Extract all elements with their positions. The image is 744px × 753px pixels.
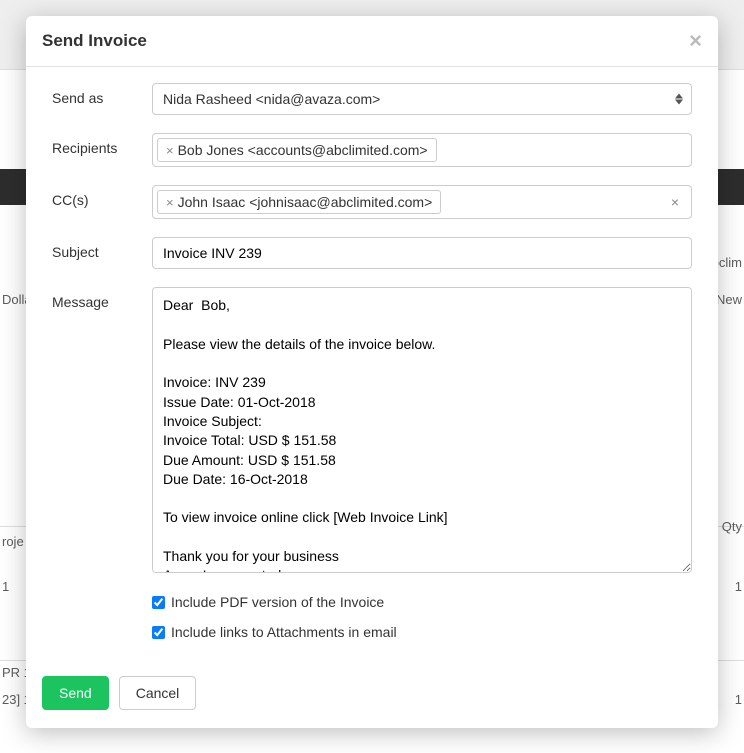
send-as-label: Send as bbox=[52, 83, 152, 106]
modal-footer: Send Cancel bbox=[26, 664, 718, 728]
include-links-checkbox[interactable] bbox=[152, 626, 165, 639]
remove-tag-icon[interactable]: × bbox=[166, 143, 174, 158]
send-as-select[interactable]: Nida Rasheed <nida@avaza.com> bbox=[152, 83, 692, 115]
send-button[interactable]: Send bbox=[42, 676, 109, 710]
modal-header: Send Invoice × bbox=[26, 16, 718, 67]
recipients-label: Recipients bbox=[52, 133, 152, 156]
message-label: Message bbox=[52, 287, 152, 310]
subject-input[interactable] bbox=[152, 237, 692, 269]
send-as-value: Nida Rasheed <nida@avaza.com> bbox=[163, 91, 380, 107]
modal-title: Send Invoice bbox=[42, 31, 147, 51]
subject-label: Subject bbox=[52, 237, 152, 260]
recipient-tag: × Bob Jones <accounts@abclimited.com> bbox=[157, 138, 437, 162]
chevron-updown-icon bbox=[675, 94, 683, 105]
remove-tag-icon[interactable]: × bbox=[166, 195, 174, 210]
cc-tag: × John Isaac <johnisaac@abclimited.com> bbox=[157, 190, 441, 214]
close-icon[interactable]: × bbox=[689, 30, 702, 52]
cancel-button[interactable]: Cancel bbox=[119, 676, 197, 710]
send-invoice-modal: Send Invoice × Send as Nida Rasheed <nid… bbox=[26, 16, 718, 728]
include-pdf-label[interactable]: Include PDF version of the Invoice bbox=[171, 594, 384, 610]
message-textarea[interactable] bbox=[152, 287, 692, 573]
recipients-input[interactable]: × Bob Jones <accounts@abclimited.com> bbox=[152, 133, 692, 167]
cc-input[interactable]: × John Isaac <johnisaac@abclimited.com> … bbox=[152, 185, 692, 219]
clear-cc-icon[interactable]: × bbox=[667, 194, 683, 210]
include-pdf-checkbox[interactable] bbox=[152, 596, 165, 609]
cc-label: CC(s) bbox=[52, 185, 152, 208]
include-links-label[interactable]: Include links to Attachments in email bbox=[171, 624, 397, 640]
modal-body: Send as Nida Rasheed <nida@avaza.com> Re… bbox=[26, 67, 718, 664]
